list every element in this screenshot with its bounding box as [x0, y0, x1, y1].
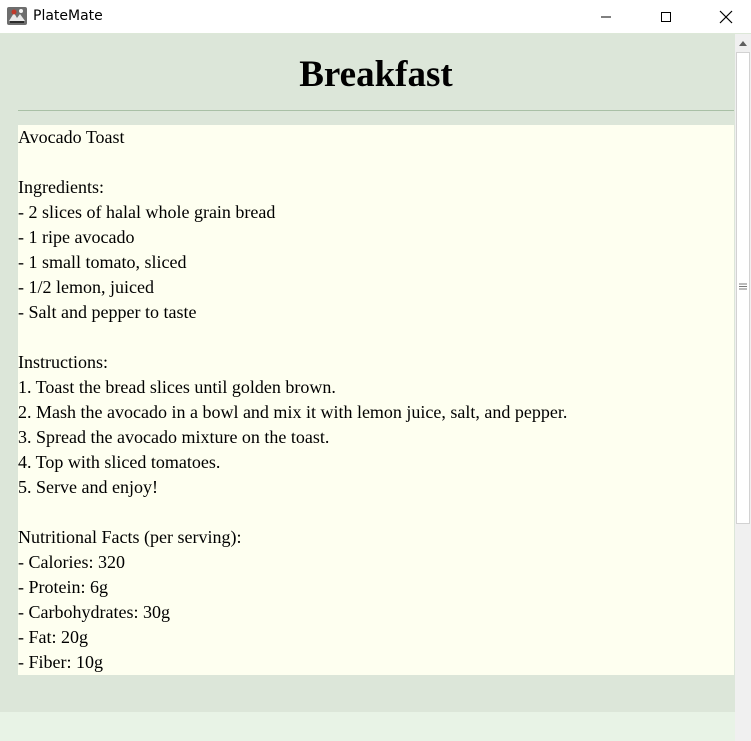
- recipe-text: Avocado Toast Ingredients: - 2 slices of…: [18, 127, 568, 672]
- close-icon: [719, 10, 733, 23]
- minimize-icon: [601, 16, 611, 17]
- page-title: Breakfast: [299, 54, 453, 95]
- recipe-text-area[interactable]: Avocado Toast Ingredients: - 2 slices of…: [18, 125, 734, 675]
- minimize-button[interactable]: [583, 0, 629, 33]
- footer-panel: [0, 712, 735, 741]
- vertical-scrollbar[interactable]: [735, 34, 751, 741]
- title-bar[interactable]: PlateMate: [0, 0, 751, 33]
- close-button[interactable]: [703, 0, 749, 33]
- scroll-grip-icon: [739, 283, 747, 290]
- maximize-icon: [661, 11, 671, 22]
- scroll-up-arrow-icon: [739, 41, 747, 46]
- platemate-app-icon: [7, 6, 27, 26]
- header-divider: [18, 110, 734, 111]
- app-window: PlateMate Breakfast Avocado Toast Ingred…: [0, 0, 751, 741]
- content-area: Breakfast Avocado Toast Ingredients: - 2…: [0, 34, 735, 712]
- maximize-button[interactable]: [643, 0, 689, 33]
- window-title: PlateMate: [33, 8, 103, 24]
- scroll-up-button[interactable]: [735, 34, 751, 52]
- scroll-thumb[interactable]: [736, 52, 750, 524]
